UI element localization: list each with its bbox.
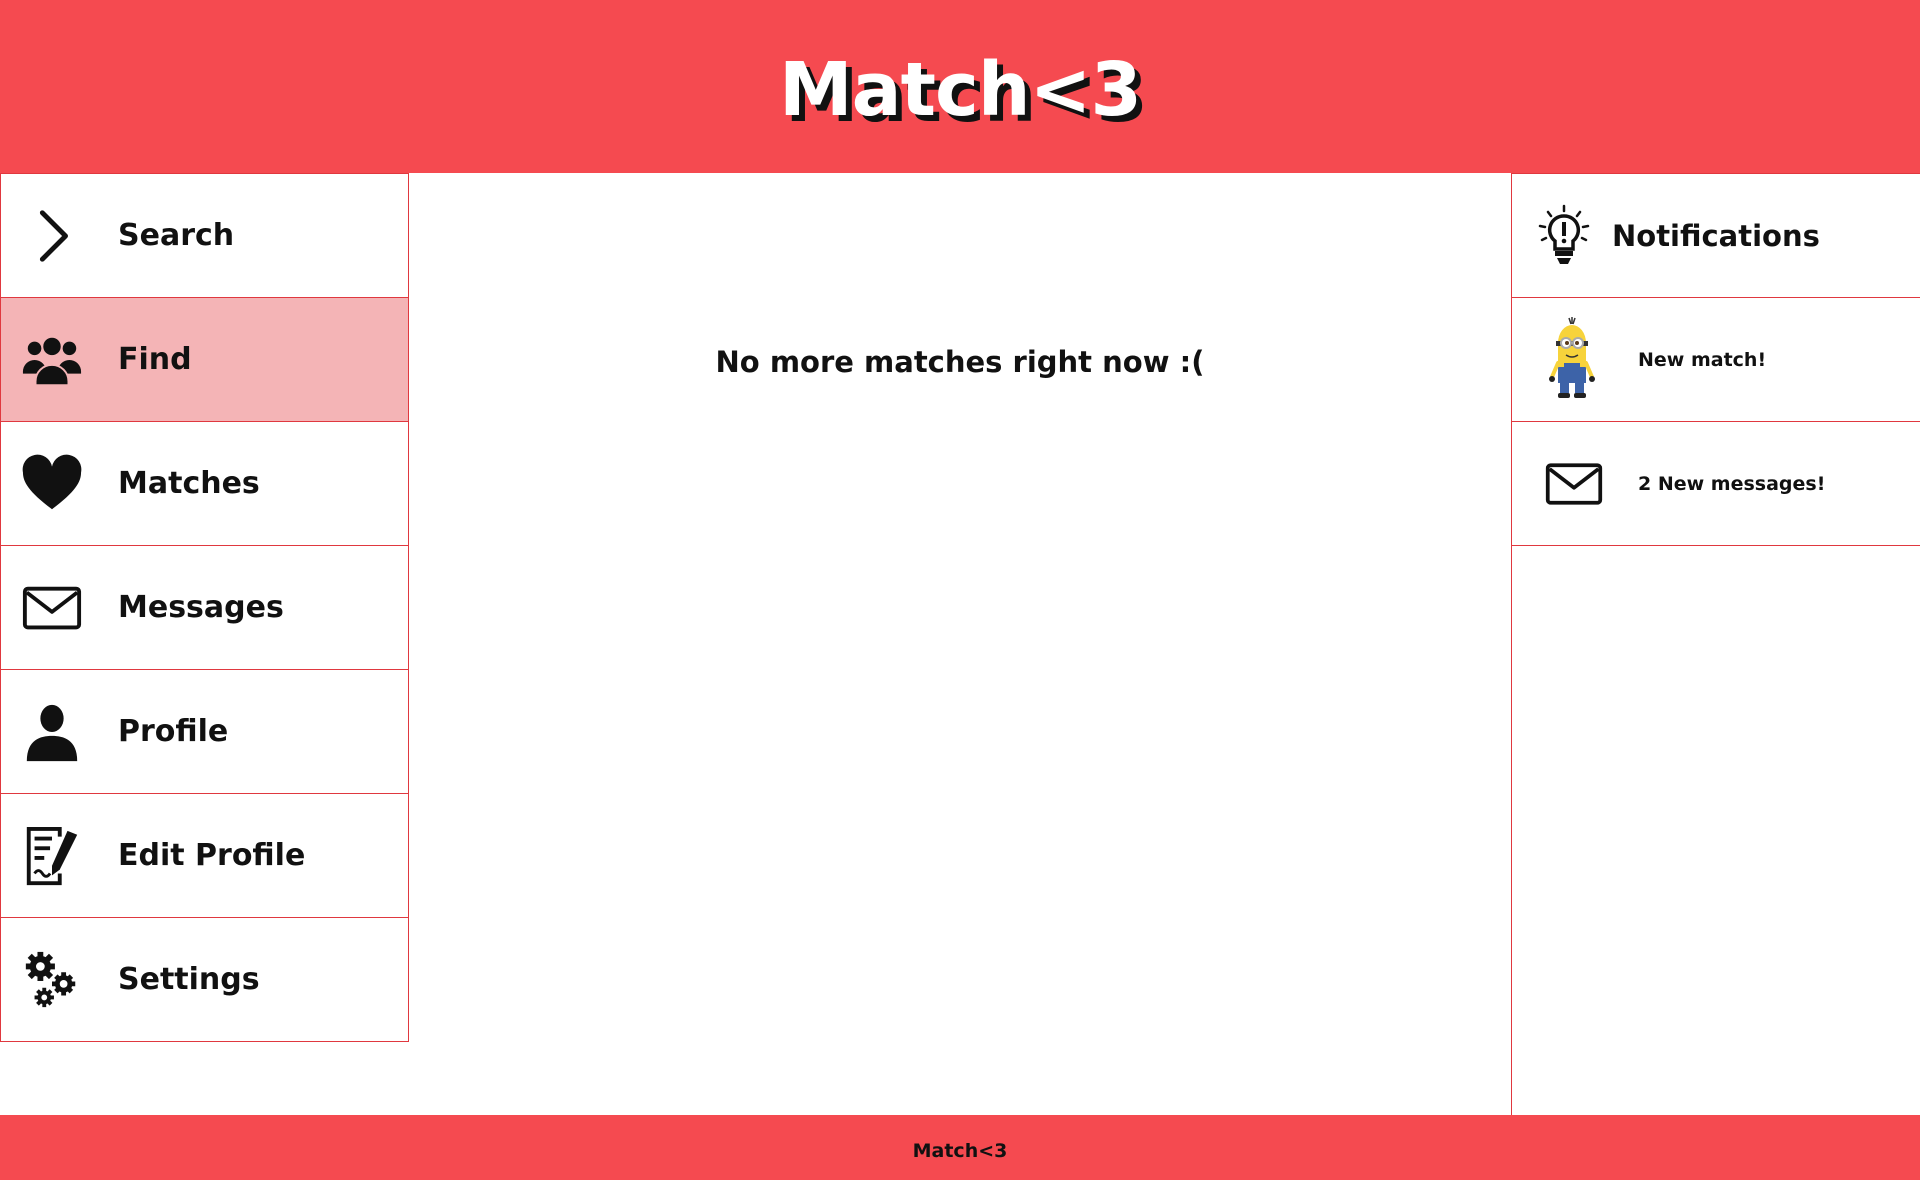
sidebar-item-label: Messages [118, 590, 284, 625]
user-icon [17, 697, 87, 767]
empty-state-message: No more matches right now :( [715, 345, 1205, 379]
lightbulb-icon [1536, 204, 1592, 268]
heart-icon [17, 449, 87, 519]
notifications-header: Notifications [1512, 173, 1920, 298]
notification-new-messages[interactable]: 2 New messages! [1512, 421, 1920, 546]
notifications-title: Notifications [1612, 218, 1820, 253]
sidebar-item-search[interactable]: Search [0, 173, 409, 298]
sidebar-item-matches[interactable]: Matches [0, 421, 409, 546]
gears-icon [17, 945, 87, 1015]
notification-text: 2 New messages! [1638, 472, 1826, 495]
sidebar-item-label: Find [118, 342, 192, 377]
app-footer: Match<3 [0, 1115, 1920, 1180]
users-icon [17, 325, 87, 395]
main-content: No more matches right now :( [409, 173, 1511, 1115]
notification-new-match[interactable]: New match! [1512, 297, 1920, 422]
sidebar-item-profile[interactable]: Profile [0, 669, 409, 794]
sidebar-item-edit-profile[interactable]: Edit Profile [0, 793, 409, 918]
sidebar-item-messages[interactable]: Messages [0, 545, 409, 670]
envelope-icon [17, 573, 87, 643]
chevron-right-icon [17, 201, 87, 271]
sidebar-item-label: Edit Profile [118, 838, 306, 873]
sidebar-item-settings[interactable]: Settings [0, 917, 409, 1042]
edit-document-icon [17, 821, 87, 891]
app-header: Match<3 [0, 0, 1920, 173]
sidebar-item-label: Settings [118, 962, 260, 997]
footer-text: Match<3 [912, 1139, 1008, 1162]
sidebar-item-find[interactable]: Find [0, 297, 409, 422]
sidebar-item-label: Profile [118, 714, 229, 749]
app-logo[interactable]: Match<3 [779, 47, 1142, 133]
sidebar-nav: Search Find Matches Messages Profile Edi… [0, 173, 409, 1042]
sidebar-item-label: Search [118, 218, 235, 253]
notifications-panel: Notifications New match! 2 New messages! [1511, 173, 1920, 1115]
sidebar-item-label: Matches [118, 466, 260, 501]
notification-text: New match! [1638, 348, 1767, 371]
minion-avatar [1544, 315, 1604, 405]
envelope-icon [1544, 439, 1604, 529]
